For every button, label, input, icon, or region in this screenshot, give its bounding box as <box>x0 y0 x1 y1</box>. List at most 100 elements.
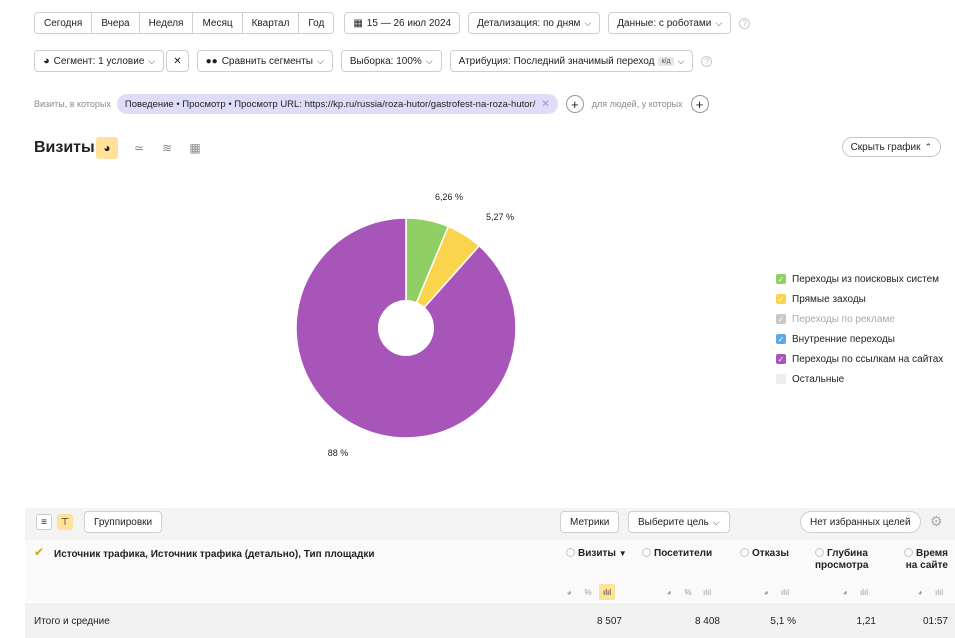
bounces-view-toggles: ◕ ılıl <box>758 584 793 600</box>
hide-chart-label: Скрыть график <box>850 141 921 153</box>
attribution-select[interactable]: Атрибуция: Последний значимый переход к/… <box>449 50 694 72</box>
compare-label: Сравнить сегменты <box>221 55 313 67</box>
add-people-condition-button[interactable]: + <box>690 95 709 113</box>
metrics-button[interactable]: Метрики <box>560 511 620 533</box>
checkmark-icon[interactable]: ✔ <box>34 545 44 559</box>
legend-item-0[interactable]: ✓ Переходы из поисковых систем <box>776 269 943 289</box>
add-condition-button[interactable]: + <box>565 95 584 113</box>
segment-label: Сегмент: 1 условие <box>53 55 145 67</box>
legend-checkbox[interactable] <box>776 374 786 384</box>
hide-chart-button[interactable]: Скрыть график ⌃ <box>841 137 941 157</box>
segment-select[interactable]: ◕ Сегмент: 1 условие ⌵ <box>34 50 165 72</box>
close-icon[interactable]: ✕ <box>541 99 549 110</box>
sort-down-icon: ▼ <box>618 549 627 558</box>
metric-header-time[interactable]: Время на сайте <box>896 548 948 572</box>
pie-slice-label-1: 5,27 % <box>486 212 514 222</box>
chevron-down-icon: ⌵ <box>677 55 685 66</box>
metric-visitors-label: Посетители <box>654 548 713 559</box>
line-chart-icon[interactable]: ≃ <box>128 137 150 159</box>
tree-view-icon[interactable]: ⊤ <box>57 514 73 530</box>
list-view-icon[interactable]: ≡ <box>36 514 52 530</box>
legend-item-5[interactable]: Остальные <box>776 369 943 389</box>
period-year[interactable]: Год <box>299 13 334 33</box>
toolbar-row-segment: ◕ Сегмент: 1 условие ⌵ ✕ ●● Сравнить сег… <box>34 50 713 72</box>
pie-chart-icon[interactable]: ◕ <box>758 584 774 600</box>
time-view-toggles: ◕ ılıl <box>912 584 947 600</box>
totals-label: Итого и средние <box>34 616 110 627</box>
metric-header-visits[interactable]: Визиты ▼ <box>566 548 627 560</box>
pie-chart-icon[interactable]: ◕ <box>837 584 853 600</box>
pie-chart-icon[interactable]: ◕ <box>96 137 118 159</box>
bar-chart-icon[interactable]: ılıl <box>777 584 793 600</box>
sample-select[interactable]: Выборка: 100% ⌵ <box>340 50 442 72</box>
groupings-label: Группировки <box>94 516 153 528</box>
legend-label: Переходы по рекламе <box>792 313 895 325</box>
period-week[interactable]: Неделя <box>139 13 194 33</box>
compare-segments-button[interactable]: ●● Сравнить сегменты ⌵ <box>196 50 333 72</box>
metrics-label: Метрики <box>570 516 610 528</box>
pie-chart-icon[interactable]: ◕ <box>561 584 577 600</box>
chevron-up-icon: ⌃ <box>924 141 932 152</box>
period-quarter[interactable]: Квартал <box>242 13 300 33</box>
date-range-label: 15 — 26 июл 2024 <box>366 17 452 29</box>
chevron-down-icon: ⌵ <box>425 55 433 66</box>
pie-chart: 6,26 % 5,27 % 88 % <box>295 192 517 458</box>
bar-chart-icon[interactable]: ılıl <box>931 584 947 600</box>
chevron-down-icon: ⌵ <box>712 516 720 527</box>
legend-checkbox[interactable]: ✓ <box>776 314 786 324</box>
percent-icon[interactable]: % <box>580 584 596 600</box>
help-icon[interactable]: ? <box>701 55 713 67</box>
bar-chart-icon[interactable]: ılıl <box>599 584 615 600</box>
filter-row: Визиты, в которых Поведение • Просмотр •… <box>34 94 709 114</box>
legend-checkbox[interactable]: ✓ <box>776 354 786 364</box>
period-today[interactable]: Сегодня <box>35 13 93 33</box>
bar-chart-icon[interactable]: ılıl <box>856 584 872 600</box>
filter-condition-pill[interactable]: Поведение • Просмотр • Просмотр URL: htt… <box>116 94 558 114</box>
pie-chart-icon[interactable]: ◕ <box>912 584 928 600</box>
legend-item-2[interactable]: ✓ Переходы по рекламе <box>776 309 943 329</box>
legend-label: Внутренние переходы <box>792 333 895 345</box>
legend-checkbox[interactable]: ✓ <box>776 294 786 304</box>
dimension-header[interactable]: Источник трафика, Источник трафика (дета… <box>54 549 374 560</box>
toolbar-row-periods: Сегодня Вчера Неделя Месяц Квартал Год ▦… <box>34 12 751 34</box>
period-month[interactable]: Месяц <box>193 13 243 33</box>
legend-label: Остальные <box>792 373 845 385</box>
legend-item-4[interactable]: ✓ Переходы по ссылкам на сайтах <box>776 349 943 369</box>
legend-label: Переходы по ссылкам на сайтах <box>792 353 944 365</box>
total-bounces: 5,1 % <box>770 616 796 627</box>
legend-label: Переходы из поисковых систем <box>792 273 940 285</box>
visitors-view-toggles: ◕ % ılıl <box>661 584 715 600</box>
percent-icon[interactable]: % <box>680 584 696 600</box>
pie-slice-label-0: 6,26 % <box>435 192 463 202</box>
chevron-down-icon: ⌵ <box>584 17 592 28</box>
legend-checkbox[interactable]: ✓ <box>776 274 786 284</box>
detail-select[interactable]: Детализация: по дням ⌵ <box>468 12 601 34</box>
filter-condition-text: Поведение • Просмотр • Просмотр URL: htt… <box>124 98 536 110</box>
visits-view-toggles: ◕ % ılıl <box>561 584 615 600</box>
date-range-button[interactable]: ▦ 15 — 26 июл 2024 <box>344 12 461 34</box>
data-filter-select[interactable]: Данные: с роботами ⌵ <box>608 12 732 34</box>
legend-item-3[interactable]: ✓ Внутренние переходы <box>776 329 943 349</box>
metric-header-depth[interactable]: Глубина просмотра <box>815 548 885 572</box>
metric-header-bounces[interactable]: Отказы <box>740 548 789 560</box>
gear-icon[interactable]: ⚙ <box>930 513 943 530</box>
help-icon[interactable]: ? <box>739 17 751 29</box>
groupings-button[interactable]: Группировки <box>84 511 163 533</box>
legend-item-1[interactable]: ✓ Прямые заходы <box>776 289 943 309</box>
period-yesterday[interactable]: Вчера <box>92 13 140 33</box>
goal-select-label: Выберите цель <box>638 516 709 528</box>
favorite-goals-button[interactable]: Нет избранных целей <box>800 511 921 533</box>
metric-header-visitors[interactable]: Посетители <box>642 548 712 560</box>
bar-chart-icon[interactable]: ılıl <box>699 584 715 600</box>
goal-select[interactable]: Выберите цель ⌵ <box>628 511 730 533</box>
pie-chart-icon[interactable]: ◕ <box>661 584 677 600</box>
legend-checkbox[interactable]: ✓ <box>776 334 786 344</box>
legend-label: Прямые заходы <box>792 293 866 305</box>
bar-chart-icon[interactable]: ▦ <box>184 137 206 159</box>
people-filter-label: для людей, у которых <box>591 99 683 109</box>
detail-label: Детализация: по дням <box>477 17 581 29</box>
segment-clear-button[interactable]: ✕ <box>166 50 189 72</box>
chevron-down-icon: ⌵ <box>148 55 156 66</box>
area-chart-icon[interactable]: ≋ <box>156 137 178 159</box>
favorite-goals-label: Нет избранных целей <box>810 516 911 528</box>
